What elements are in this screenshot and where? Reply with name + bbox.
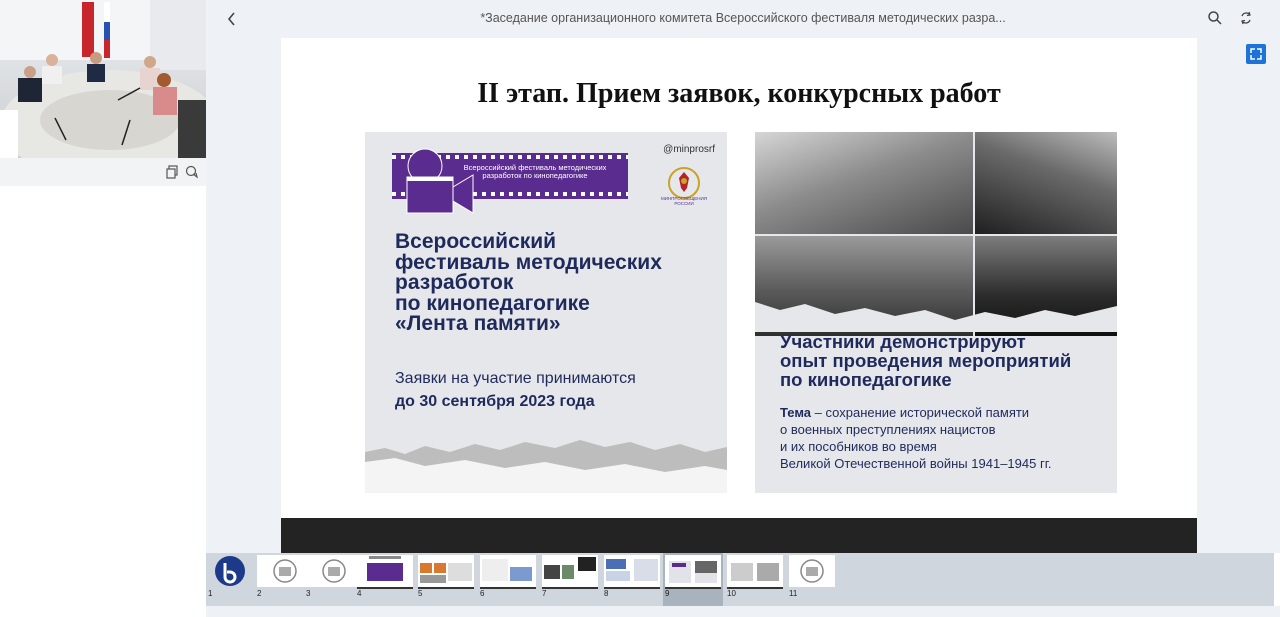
webcam-toolbar — [0, 158, 206, 186]
slide-thumbnail[interactable]: 4 — [355, 553, 415, 606]
ministry-emblem-icon — [668, 167, 700, 199]
presentation-title: *Заседание организационного комитета Все… — [480, 11, 1006, 25]
left-panel — [0, 0, 206, 617]
chevron-left-icon[interactable] — [222, 9, 242, 29]
slide-footer-band — [281, 518, 1197, 553]
slide-thumbnail[interactable]: 6 — [478, 553, 538, 606]
collage-theme-text: Тема – сохранение исторической памяти о … — [780, 405, 1052, 471]
slide-thumbnail-current[interactable]: 9 — [663, 553, 723, 606]
slide-thumbnail[interactable]: 10 — [725, 553, 785, 606]
strip-footer — [206, 606, 1280, 617]
webcam-video-tile[interactable] — [0, 0, 206, 158]
webcam-scene — [0, 0, 206, 158]
ministry-caption: МИНПРОСВЕЩЕНИЯ РОССИИ — [660, 196, 708, 206]
slide-thumbnail[interactable]: 7 — [540, 553, 600, 606]
film-stills-collage: Участники демонстрируют опыт проведения … — [755, 132, 1117, 493]
search-icon[interactable] — [1206, 9, 1224, 27]
presentation-topbar: *Заседание организационного комитета Все… — [206, 0, 1280, 38]
collage-heading: Участники демонстрируют опыт проведения … — [780, 331, 1072, 390]
chat-icon[interactable] — [185, 165, 199, 179]
bigbluebutton-logo — [215, 556, 245, 586]
camera-logo-icon — [406, 148, 474, 214]
film-strip-text: Всероссийский фестиваль методических раз… — [463, 163, 607, 180]
poster-heading: Всероссийский фестиваль методических раз… — [395, 230, 662, 335]
slide-thumbnail[interactable]: 5 — [416, 553, 476, 606]
sync-icon[interactable] — [1237, 9, 1255, 27]
slide-title: II этап. Прием заявок, конкурсных работ — [477, 78, 1001, 109]
copy-icon[interactable] — [165, 165, 179, 179]
presentation-area: *Заседание организационного комитета Все… — [206, 0, 1280, 553]
film-still-photo — [755, 132, 973, 234]
poster-deadline-date: до 30 сентября 2023 года — [395, 393, 595, 410]
fullscreen-icon[interactable] — [1246, 44, 1266, 64]
torn-paper-edge — [365, 440, 727, 493]
festival-poster: Всероссийский фестиваль методических раз… — [365, 132, 727, 493]
presentation-slide: II этап. Прием заявок, конкурсных работ … — [281, 38, 1197, 518]
slide-thumbnail[interactable]: 11 — [787, 553, 847, 606]
film-still-photo — [975, 132, 1117, 234]
slide-thumbnail-strip: 1 2 3 4 5 6 7 8 9 10 11 — [206, 553, 1274, 606]
slide-thumbnail[interactable]: 8 — [602, 553, 662, 606]
poster-deadline-label: Заявки на участие принимаются — [395, 370, 636, 387]
torn-paper-edge — [755, 302, 1117, 332]
social-handle: @minprosrf — [663, 144, 715, 155]
